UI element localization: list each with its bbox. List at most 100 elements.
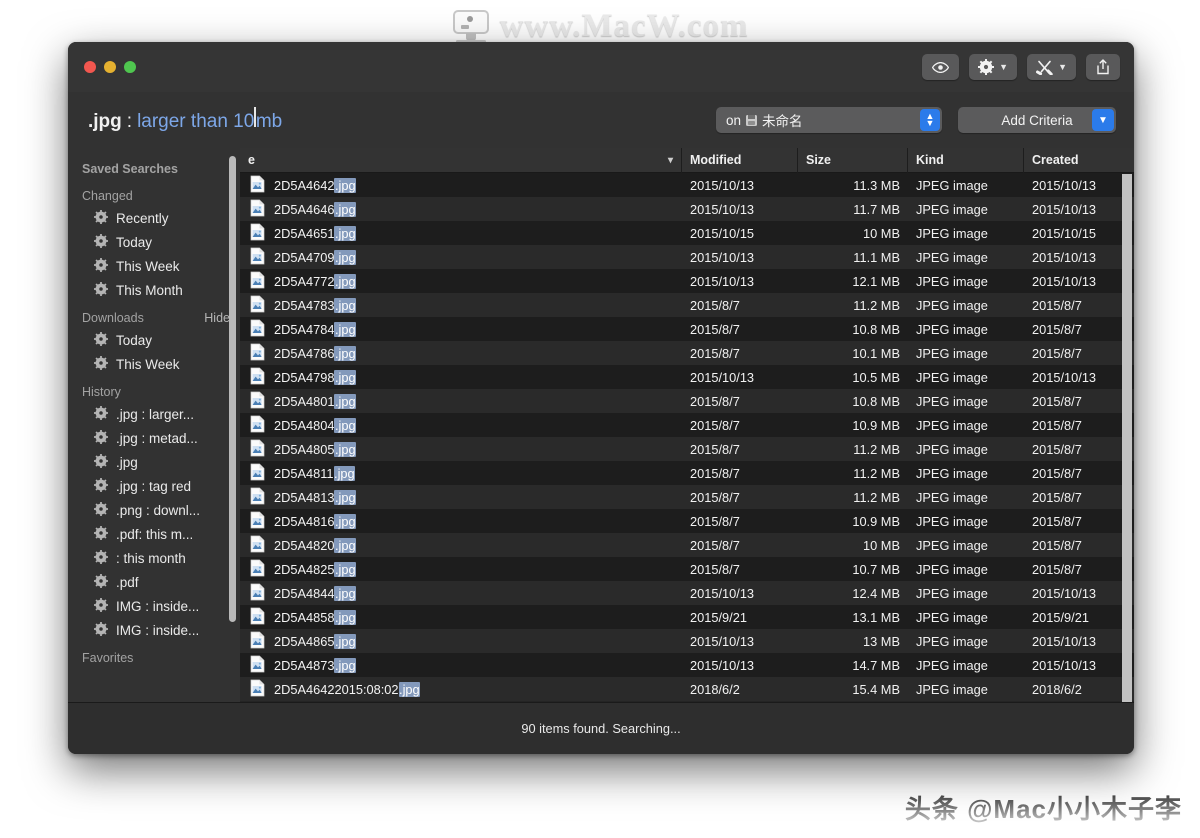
cell-file-name: 2D5A4858.jpg [240,605,682,629]
sidebar-item-this-week-downloads[interactable]: This Week [68,352,240,376]
sidebar-item-history-5[interactable]: .pdf: this m... [68,522,240,546]
sidebar-item-history-3[interactable]: .jpg : tag red [68,474,240,498]
table-row[interactable]: 2D5A4801.jpg 2015/8/7 10.8 MB JPEG image 201… [240,389,1134,413]
tools-menu-button[interactable]: ▼ [1027,54,1076,80]
table-row[interactable]: 2D5A4858.jpg 2015/9/21 13.1 MB JPEG image 20… [240,605,1134,629]
table-row[interactable]: 2D5A4811.jpg 2015/8/7 11.2 MB JPEG image 201… [240,461,1134,485]
sidebar-scrollbar[interactable] [229,156,236,622]
search-scope-select[interactable]: on 未命名 ▲ ▼ [716,107,942,133]
sidebar-section-history: History [68,376,240,402]
column-header-name[interactable]: e ▾ [240,147,682,173]
cell-file-name: 2D5A4865.jpg [240,629,682,653]
chevron-down-icon[interactable]: ▼ [1092,109,1114,131]
sidebar-item-history-9[interactable]: IMG : inside... [68,618,240,642]
file-name: 2D5A4825.jpg [274,561,357,577]
cell-created: 2015/8/7 [1032,441,1082,457]
cell-modified: 2015/8/7 [690,537,740,553]
table-row[interactable]: 2D5A4798.jpg 2015/10/13 10.5 MB JPEG image 2… [240,365,1134,389]
quick-look-button[interactable] [922,54,960,80]
table-row[interactable]: 2D5A4783.jpg 2015/8/7 11.2 MB JPEG image 201… [240,293,1134,317]
gear-icon [94,597,108,615]
gear-icon [94,549,108,567]
sidebar-item-this-month-changed[interactable]: This Month [68,278,240,302]
sidebar-item-history-2[interactable]: .jpg [68,450,240,474]
column-header-kind-label: Kind [916,153,944,167]
sidebar-item-history-8[interactable]: IMG : inside... [68,594,240,618]
cell-kind: JPEG image [916,369,988,385]
gear-icon [94,525,108,543]
cell-kind: JPEG image [916,633,988,649]
table-row[interactable]: 2D5A4651.jpg 2015/10/15 10 MB JPEG image 201… [240,221,1134,245]
column-header-created[interactable]: Created [1024,148,1134,173]
sidebar-item-history-0[interactable]: .jpg : larger... [68,402,240,426]
window-body: Saved Searches Changed Recently Today Th… [68,147,1134,702]
table-row[interactable]: 2D5A4804.jpg 2015/8/7 10.9 MB JPEG image 201… [240,413,1134,437]
table-row[interactable]: 2D5A4805.jpg 2015/8/7 11.2 MB JPEG image 201… [240,437,1134,461]
column-header-kind[interactable]: Kind [908,147,1024,173]
cell-modified: 2015/10/13 [690,201,755,217]
table-row[interactable]: 2D5A4813.jpg 2015/8/7 11.2 MB JPEG image 201… [240,485,1134,509]
sidebar-section-title: Favorites [82,651,134,665]
sidebar-section-downloads: Downloads Hide [68,302,240,328]
sidebar-item-this-week-changed[interactable]: This Week [68,254,240,278]
column-header-modified[interactable]: Modified [682,147,798,173]
sidebar-item-history-1[interactable]: .jpg : metad... [68,426,240,450]
sidebar-item-label: .png : downl... [116,502,201,518]
cell-file-name: 2D5A4801.jpg [240,389,682,413]
sidebar-item-today-changed[interactable]: Today [68,230,240,254]
column-header-size[interactable]: Size [798,147,908,173]
table-row[interactable]: 2D5A4784.jpg 2015/8/7 10.8 MB JPEG image 201… [240,317,1134,341]
minimize-button[interactable] [104,61,116,73]
gear-icon [94,405,108,423]
cell-file-name: 2D5A4646.jpg [240,197,682,221]
file-name: 2D5A4805.jpg [274,441,357,457]
table-row[interactable]: 2D5A4816.jpg 2015/8/7 10.9 MB JPEG image 201… [240,509,1134,533]
cell-file-name: 2D5A4844.jpg [240,581,682,605]
cell-file-name: 2D5A4811.jpg [240,461,682,485]
cell-modified: 2015/10/13 [690,369,755,385]
sidebar-item-label: This Week [116,258,180,274]
table-row[interactable]: 2D5A4646.jpg 2015/10/13 11.7 MB JPEG image 2… [240,197,1134,221]
sidebar-item-recently[interactable]: Recently [68,206,240,230]
close-button[interactable] [84,61,96,73]
search-query-field[interactable]: .jpg : larger than 10 mb [88,107,282,133]
table-row[interactable]: 2D5A4820.jpg 2015/8/7 10 MB JPEG image 2015/… [240,533,1134,557]
bottom-watermark: 头条 @Mac小小木子李 [905,789,1182,826]
sidebar-item-history-4[interactable]: .png : downl... [68,498,240,522]
table-row[interactable]: 2D5A4873.jpg 2015/10/13 14.7 MB JPEG image 2… [240,653,1134,677]
sidebar-item-history-7[interactable]: .pdf [68,570,240,594]
macw-imac-logo-icon [451,8,491,44]
table-row[interactable]: 2D5A4772.jpg 2015/10/13 12.1 MB JPEG image 2… [240,269,1134,293]
cell-file-name: 2D5A4783.jpg [240,293,682,317]
sidebar-item-history-6[interactable]: : this month [68,546,240,570]
file-name: 2D5A4873.jpg [274,657,357,673]
cell-file-name: 2D5A4709.jpg [240,245,682,269]
add-criteria-button[interactable]: Add Criteria ▼ [958,107,1116,133]
cell-kind: JPEG image [916,273,988,289]
file-icon [250,535,265,556]
table-row[interactable]: 2D5A4786.jpg 2015/8/7 10.1 MB JPEG image 201… [240,341,1134,365]
file-name: 2D5A46422015:08:02.jpg [274,681,421,697]
cell-kind: JPEG image [916,465,988,481]
table-row[interactable]: 2D5A4709.jpg 2015/10/13 11.1 MB JPEG image 2… [240,245,1134,269]
sidebar-item-label: .jpg [116,454,138,470]
table-row[interactable]: 2D5A4825.jpg 2015/8/7 10.7 MB JPEG image 201… [240,557,1134,581]
cell-created: 2015/10/13 [1032,201,1097,217]
table-row[interactable]: 2D5A4865.jpg 2015/10/13 13 MB JPEG image 201… [240,629,1134,653]
action-menu-button[interactable]: ▼ [969,54,1018,80]
cell-created: 2015/10/15 [1032,225,1097,241]
cell-modified: 2015/10/13 [690,177,755,193]
maximize-button[interactable] [124,61,136,73]
cell-created: 2015/10/13 [1032,657,1097,673]
stepper-icon[interactable]: ▲ ▼ [920,109,940,131]
table-row[interactable]: 2D5A4844.jpg 2015/10/13 12.4 MB JPEG image 2… [240,581,1134,605]
sidebar-item-today-downloads[interactable]: Today [68,328,240,352]
table-row[interactable]: 2D5A46422015:08:02.jpg 2018/6/2 15.4 MB JPE… [240,677,1134,701]
table-row[interactable]: 2D5A4642.jpg 2015/10/13 11.3 MB JPEG image 2… [240,173,1134,197]
sidebar-item-label: .jpg : metad... [116,430,198,446]
cell-created: 2015/8/7 [1032,465,1082,481]
file-list-scrollbar[interactable] [1122,174,1132,702]
cell-created: 2015/10/13 [1032,585,1097,601]
downloads-hide-link[interactable]: Hide [204,311,230,325]
share-button[interactable] [1086,54,1120,80]
